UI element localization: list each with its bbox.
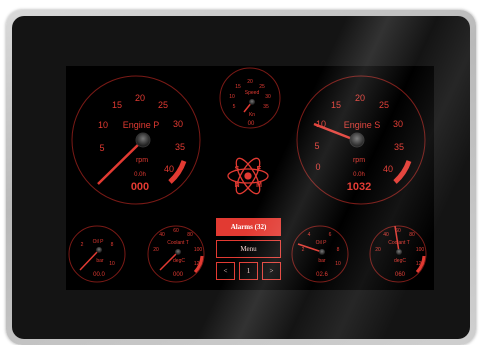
- oil-pressure-stbd-gauge: 4 6 2 8 10 Oil P bar 02.6: [291, 225, 349, 283]
- logo-letter-m: M: [256, 182, 262, 189]
- alarms-button[interactable]: Alarms (32): [216, 218, 281, 236]
- engine-port-tick-30: 30: [173, 119, 183, 129]
- oil-pressure-port-gauge: 2 8 10 Oil P bar 00.0: [68, 225, 126, 283]
- svg-text:10: 10: [229, 94, 235, 100]
- next-page-button[interactable]: >: [262, 262, 281, 280]
- coolant-port-readout: 000: [173, 272, 184, 278]
- svg-text:10: 10: [335, 261, 341, 267]
- engine-stbd-tick-0: 0: [315, 162, 320, 172]
- oil-stbd-title: Oil P: [316, 240, 328, 246]
- coolant-stbd-hub: [396, 249, 402, 255]
- speed-unit: Kn: [249, 112, 255, 118]
- oil-stbd-readout: 02.6: [316, 272, 328, 278]
- engine-port-tick-20: 20: [135, 93, 145, 103]
- speed-gauge: 15 20 25 10 30 5 35 Speed Kn 00: [219, 67, 281, 129]
- coolant-port-title: Coolant T: [167, 240, 189, 246]
- logo-letter-n: N: [234, 182, 239, 189]
- dashboard-screen: 5 10 15 20 25 30 35 40 Engine P rpm 0.0h…: [66, 66, 434, 290]
- coolant-stbd-unit: degC: [394, 258, 406, 264]
- coolant-port-hub: [175, 249, 181, 255]
- svg-text:100: 100: [194, 247, 203, 253]
- coolant-temp-port-gauge: 40 60 80 20 100 120 Coolant T degC 000: [147, 225, 205, 283]
- engine-stbd-gauge: 0 5 10 15 20 25 30 35 40 Engine S rpm 0.…: [296, 75, 426, 205]
- oil-port-readout: 00.0: [93, 272, 105, 278]
- svg-text:40: 40: [159, 232, 165, 238]
- engine-port-tick-10: 10: [98, 120, 108, 130]
- svg-text:60: 60: [173, 228, 179, 234]
- menu-button[interactable]: Menu: [216, 240, 281, 258]
- svg-text:80: 80: [409, 232, 415, 238]
- engine-port-unit: rpm: [136, 157, 148, 164]
- speed-hub: [249, 99, 255, 105]
- svg-text:6: 6: [329, 232, 332, 238]
- prev-page-button[interactable]: <: [216, 262, 235, 280]
- engine-stbd-tick-35: 35: [394, 142, 404, 152]
- engine-port-tick-35: 35: [175, 142, 185, 152]
- svg-text:20: 20: [153, 247, 159, 253]
- svg-text:8: 8: [111, 242, 114, 248]
- svg-text:25: 25: [259, 84, 265, 90]
- engine-stbd-tick-20: 20: [355, 93, 365, 103]
- engine-port-tick-15: 15: [112, 100, 122, 110]
- page-number: 1: [239, 262, 258, 280]
- engine-stbd-tick-15: 15: [331, 100, 341, 110]
- engine-stbd-tick-25: 25: [379, 100, 389, 110]
- svg-text:2: 2: [81, 242, 84, 248]
- engine-port-tick-5: 5: [99, 143, 104, 153]
- atom-logo-icon: S E N M: [227, 157, 269, 195]
- engine-stbd-title: Engine S: [344, 120, 381, 130]
- svg-text:20: 20: [247, 79, 253, 85]
- svg-text:2: 2: [302, 247, 305, 253]
- svg-text:40: 40: [383, 232, 389, 238]
- svg-text:35: 35: [263, 104, 269, 110]
- svg-text:5: 5: [233, 104, 236, 110]
- svg-text:100: 100: [416, 247, 425, 253]
- logo-letter-e: E: [257, 166, 262, 173]
- oil-port-title: Oil P: [93, 239, 105, 245]
- oil-port-unit: bar: [96, 258, 104, 264]
- engine-port-readout: 000: [131, 181, 149, 193]
- svg-text:20: 20: [375, 247, 381, 253]
- engine-stbd-tick-40: 40: [383, 164, 393, 174]
- coolant-temp-stbd-gauge: 40 60 80 20 100 120 Coolant T degC 060: [369, 225, 427, 283]
- svg-text:8: 8: [337, 247, 340, 253]
- speed-title: Speed: [245, 90, 260, 96]
- engine-port-gauge: 5 10 15 20 25 30 35 40 Engine P rpm 0.0h…: [71, 75, 201, 205]
- svg-text:4: 4: [308, 232, 311, 238]
- engine-stbd-tick-30: 30: [393, 119, 403, 129]
- engine-stbd-unit: rpm: [353, 157, 365, 164]
- engine-port-tick-25: 25: [158, 100, 168, 110]
- oil-port-hub: [96, 247, 102, 253]
- speed-readout: 00: [248, 121, 255, 127]
- engine-port-hours: 0.0h: [134, 172, 146, 178]
- engine-port-title: Engine P: [123, 120, 160, 130]
- svg-text:15: 15: [235, 84, 241, 90]
- engine-stbd-tick-5: 5: [314, 141, 319, 151]
- coolant-port-unit: degC: [173, 258, 185, 264]
- svg-text:30: 30: [265, 94, 271, 100]
- engine-stbd-hours: 0.0h: [353, 172, 365, 178]
- oil-stbd-hub: [319, 249, 325, 255]
- engine-port-hub: [135, 132, 151, 148]
- coolant-stbd-readout: 060: [395, 272, 406, 278]
- svg-text:10: 10: [109, 261, 115, 267]
- logo-letter-s: S: [235, 166, 240, 173]
- oil-stbd-unit: bar: [318, 258, 326, 264]
- coolant-stbd-title: Coolant T: [388, 240, 410, 246]
- engine-stbd-readout: 1032: [347, 181, 371, 193]
- engine-stbd-hub: [349, 132, 365, 148]
- svg-text:80: 80: [187, 232, 193, 238]
- engine-port-tick-40: 40: [164, 164, 174, 174]
